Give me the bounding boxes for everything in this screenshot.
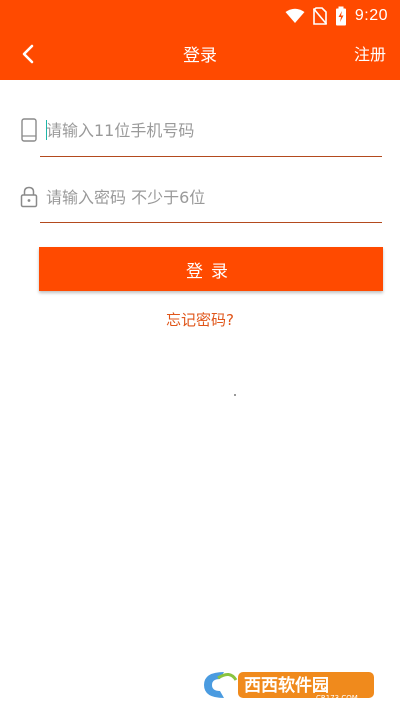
battery-charging-icon <box>335 6 347 26</box>
stray-dot <box>234 394 236 396</box>
lock-icon <box>19 183 39 211</box>
phone-icon <box>19 116 39 144</box>
chevron-left-icon <box>21 44 35 68</box>
password-field-row <box>0 183 400 243</box>
wifi-icon <box>285 8 305 24</box>
status-time: 9:20 <box>354 7 388 24</box>
text-cursor <box>46 120 47 140</box>
phone-underline <box>40 156 382 157</box>
watermark-logo: 西西软件园 CR173.COM <box>198 664 382 704</box>
svg-text:CR173.COM: CR173.COM <box>316 694 358 702</box>
svg-text:西西软件园: 西西软件园 <box>244 675 329 696</box>
login-button[interactable]: 登录 <box>39 247 383 291</box>
toolbar: 登录 注册 <box>0 32 400 80</box>
password-underline <box>40 222 382 223</box>
phone-field-row <box>0 116 400 176</box>
back-button[interactable] <box>14 42 42 70</box>
forgot-password-link[interactable]: 忘记密码? <box>0 309 400 330</box>
status-bar: 9:20 <box>0 0 400 32</box>
page-title: 登录 <box>183 46 217 66</box>
phone-input[interactable] <box>46 116 366 144</box>
password-input[interactable] <box>46 183 366 211</box>
register-link[interactable]: 注册 <box>354 32 386 80</box>
no-sim-icon <box>312 7 327 25</box>
login-screen: 9:20 登录 注册 请输入11位手机号码 登录 忘记密码? 西西软件园 CR1… <box>0 0 400 711</box>
